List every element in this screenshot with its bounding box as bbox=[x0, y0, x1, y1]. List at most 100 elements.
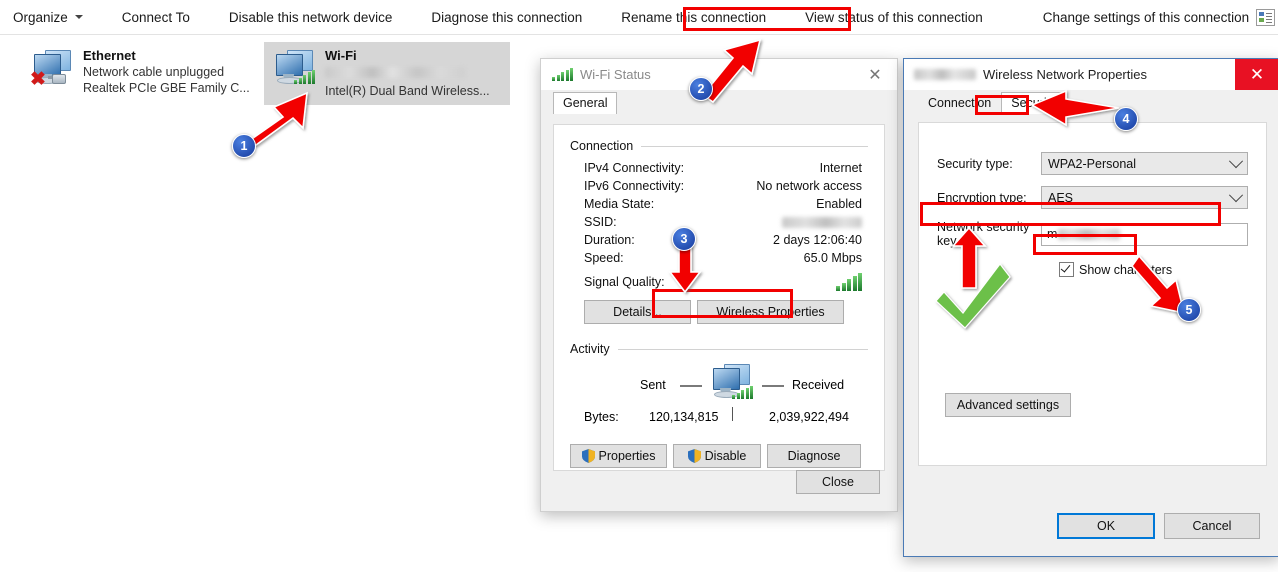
close-icon[interactable]: ✕ bbox=[853, 59, 897, 90]
activity-dash-left bbox=[680, 385, 702, 387]
close-icon[interactable]: ✕ bbox=[1235, 59, 1278, 90]
security-type-label: Security type: bbox=[937, 156, 1013, 171]
received-label: Received bbox=[792, 378, 845, 392]
ok-button[interactable]: OK bbox=[1057, 513, 1155, 539]
network-key-redacted bbox=[1058, 228, 1121, 240]
checkbox-icon bbox=[1059, 262, 1074, 277]
encryption-type-row: Encryption type: AES bbox=[937, 186, 1248, 209]
table-row: SSID: bbox=[584, 213, 862, 231]
adapter-text-block: Wi-Fi Intel(R) Dual Band Wireless... bbox=[325, 48, 490, 99]
row-key: Speed: bbox=[584, 251, 624, 265]
network-key-label: Network security key bbox=[937, 220, 1030, 248]
view-layout-icon[interactable] bbox=[1256, 8, 1276, 26]
row-key: SSID: bbox=[584, 215, 617, 229]
wifi-signal-icon bbox=[552, 68, 573, 81]
group-divider bbox=[641, 145, 868, 147]
tab-panel-security: Security type: WPA2-Personal Encryption … bbox=[918, 122, 1267, 466]
encryption-type-value: AES bbox=[1048, 190, 1074, 205]
wifi-status-dialog: Wi-Fi Status ✕ General Connection IPv4 C… bbox=[540, 58, 898, 512]
show-characters-checkbox[interactable]: Show characters bbox=[1059, 262, 1266, 277]
table-row: Signal Quality: bbox=[584, 273, 862, 291]
ssid-redacted bbox=[914, 69, 976, 80]
table-row: IPv6 Connectivity: No network access bbox=[584, 177, 862, 195]
dialog-titlebar: Wireless Network Properties ✕ bbox=[904, 59, 1278, 90]
chevron-down-icon bbox=[1228, 153, 1244, 168]
connection-group-label: Connection bbox=[570, 139, 634, 153]
chevron-down-icon bbox=[74, 15, 83, 19]
toolbar-item-label: Disable this network device bbox=[228, 9, 393, 25]
row-key: Duration: bbox=[584, 233, 635, 247]
details-button[interactable]: Details... bbox=[584, 300, 691, 324]
bytes-sent-value: 120,134,815 bbox=[649, 410, 719, 424]
ethernet-plug-icon bbox=[48, 72, 68, 84]
properties-button[interactable]: Properties bbox=[570, 444, 667, 468]
step-badge-5: 5 bbox=[1177, 298, 1201, 322]
dialog-title: Wireless Network Properties bbox=[983, 67, 1147, 82]
tabstrip: General bbox=[541, 90, 897, 114]
toolbar-item-label: Rename this connection bbox=[621, 9, 767, 25]
security-type-select[interactable]: WPA2-Personal bbox=[1041, 152, 1248, 175]
button-label: Properties bbox=[598, 449, 656, 463]
action-buttons: Properties Disable Diagnose bbox=[570, 444, 884, 468]
chevron-down-icon bbox=[1228, 187, 1244, 202]
table-row: Speed: 65.0 Mbps bbox=[584, 249, 862, 267]
adapter-ssid-redacted bbox=[325, 67, 465, 78]
row-value: 2 days 12:06:40 bbox=[773, 233, 862, 247]
adapter-device: Realtek PCIe GBE Family C... bbox=[83, 81, 250, 95]
toolbar-item-view-status[interactable]: View status of this connection bbox=[798, 6, 990, 29]
row-value: 65.0 Mbps bbox=[803, 251, 862, 265]
close-button[interactable]: Close bbox=[796, 470, 880, 494]
connection-group-header: Connection bbox=[570, 139, 868, 153]
toolbar-item-disable-device[interactable]: Disable this network device bbox=[222, 6, 400, 29]
network-key-row: Network security key m bbox=[937, 220, 1248, 248]
uac-shield-icon bbox=[687, 449, 701, 463]
adapter-text-block: Ethernet Network cable unplugged Realtek… bbox=[83, 48, 250, 96]
activity-dash-right bbox=[762, 385, 784, 387]
step-badge-4: 4 bbox=[1114, 107, 1138, 131]
wireless-properties-button[interactable]: Wireless Properties bbox=[697, 300, 844, 324]
tab-general[interactable]: General bbox=[553, 92, 618, 114]
toolbar-item-label: Diagnose this connection bbox=[431, 9, 583, 25]
connection-rows: IPv4 Connectivity: Internet IPv6 Connect… bbox=[584, 159, 862, 291]
encryption-type-select[interactable]: AES bbox=[1041, 186, 1248, 209]
row-key: Signal Quality: bbox=[584, 275, 665, 289]
step-badge-1: 1 bbox=[232, 134, 256, 158]
uac-shield-icon bbox=[581, 449, 595, 463]
adapter-name: Ethernet bbox=[83, 48, 136, 63]
network-key-input[interactable]: m bbox=[1041, 222, 1248, 246]
tab-connection[interactable]: Connection bbox=[918, 92, 1002, 114]
disable-button[interactable]: Disable bbox=[673, 444, 761, 468]
toolbar-item-organize[interactable]: Organize bbox=[6, 6, 90, 29]
table-row: IPv4 Connectivity: Internet bbox=[584, 159, 862, 177]
wireless-network-properties-dialog: Wireless Network Properties ✕ Connection… bbox=[903, 58, 1278, 557]
row-value: No network access bbox=[756, 179, 862, 193]
adapter-status: Network cable unplugged bbox=[83, 65, 225, 79]
activity-group-label: Activity bbox=[570, 342, 610, 356]
adapter-item-wifi[interactable]: Wi-Fi Intel(R) Dual Band Wireless... bbox=[264, 42, 510, 105]
activity-block: Sent Received Bytes: 120,134,815 2,039,9… bbox=[554, 362, 884, 428]
diagnose-button[interactable]: Diagnose bbox=[767, 444, 861, 468]
toolbar-item-label: Organize bbox=[13, 9, 68, 25]
dialog-titlebar: Wi-Fi Status ✕ bbox=[541, 59, 897, 90]
tab-security[interactable]: Security bbox=[1001, 92, 1067, 114]
cancel-button[interactable]: Cancel bbox=[1164, 513, 1260, 539]
step-badge-3: 3 bbox=[672, 227, 696, 251]
network-monitor-icon: ✖ bbox=[30, 48, 74, 89]
toolbar-item-connect-to[interactable]: Connect To bbox=[115, 6, 197, 29]
adapter-item-ethernet[interactable]: ✖ Ethernet Network cable unplugged Realt… bbox=[22, 42, 268, 102]
row-key: Media State: bbox=[584, 197, 655, 211]
table-row: Duration: 2 days 12:06:40 bbox=[584, 231, 862, 249]
toolbar-item-rename[interactable]: Rename this connection bbox=[614, 6, 773, 29]
step-badge-2: 2 bbox=[689, 77, 713, 101]
toolbar-item-label: Connect To bbox=[121, 9, 190, 25]
activity-group-header: Activity bbox=[570, 342, 868, 356]
toolbar-item-change-settings[interactable]: Change settings of this connection bbox=[1036, 6, 1256, 29]
dialog-footer-buttons: OK Cancel bbox=[1057, 513, 1260, 539]
row-value: Enabled bbox=[816, 197, 862, 211]
row-value: Internet bbox=[819, 161, 862, 175]
signal-bars-icon bbox=[836, 273, 862, 291]
toolbar-item-label: Change settings of this connection bbox=[1042, 9, 1250, 25]
tabstrip: Connection Security bbox=[904, 90, 1278, 114]
advanced-settings-button[interactable]: Advanced settings bbox=[945, 393, 1071, 417]
toolbar-item-diagnose[interactable]: Diagnose this connection bbox=[424, 6, 589, 29]
